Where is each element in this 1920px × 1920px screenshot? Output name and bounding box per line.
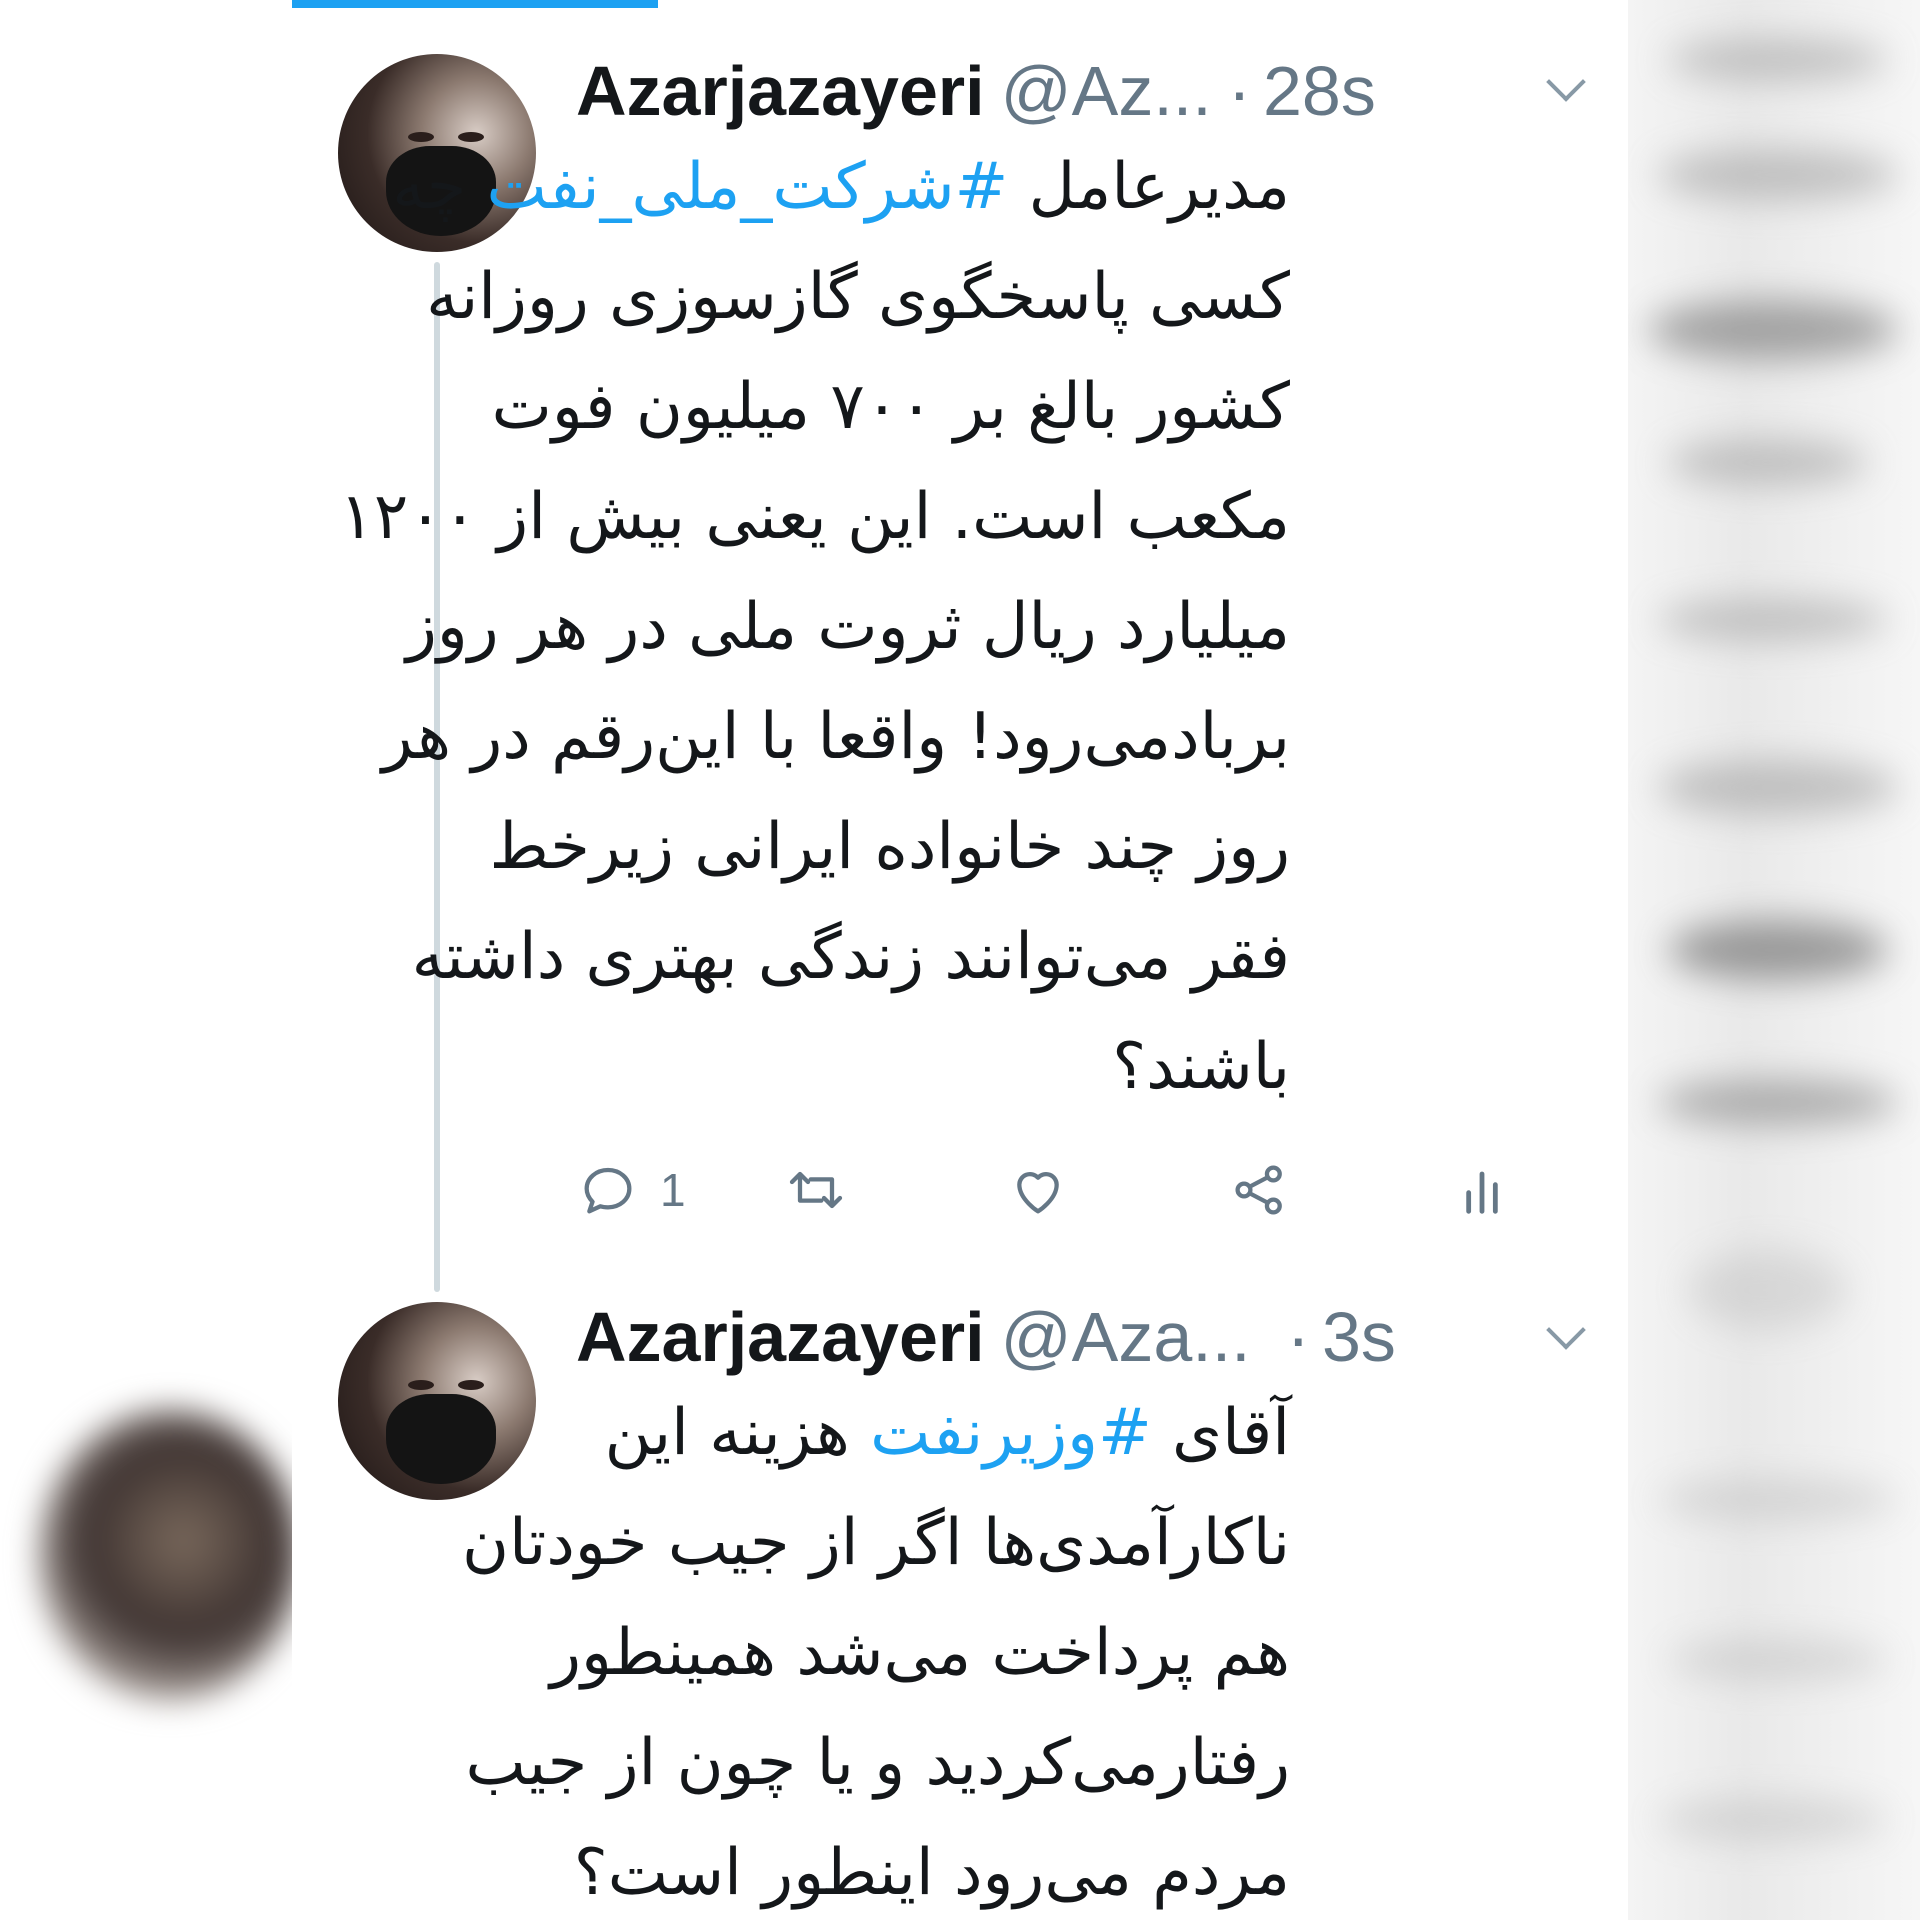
user-handle[interactable]: @Az...	[1001, 51, 1212, 131]
reply-icon	[584, 1167, 632, 1214]
tweet-text-line: کسی پاسخگوی گازسوزی روزانه	[426, 260, 1290, 334]
tweet-text: مدیرعامل #شرکت_ملی_نفت چه کسی پاسخگوی گا…	[292, 132, 1290, 1122]
tweet-text: آقای #وزیرنفت هزینه این ناکارآمدی‌ها اگر…	[292, 1378, 1290, 1920]
tweet-header: Azarjazayeri @Aza... · 3s	[576, 1292, 1576, 1382]
like-button[interactable]	[1006, 1150, 1070, 1230]
tweet-text-line: هم پرداخت می‌شد همینطور	[550, 1616, 1290, 1690]
analytics-icon	[1466, 1171, 1498, 1214]
display-name[interactable]: Azarjazayeri	[576, 1297, 985, 1377]
tweet-actions: 1	[576, 1150, 1576, 1230]
share-button[interactable]	[1228, 1150, 1292, 1230]
tweet-text-line: رفتارمی‌کردید و یا چون از جیب	[465, 1726, 1291, 1800]
timestamp[interactable]: 28s	[1263, 51, 1376, 131]
blurred-left-panel	[0, 0, 292, 1920]
blurred-right-panel	[1628, 0, 1920, 1920]
hashtag-link[interactable]: #وزیرنفت	[870, 1396, 1152, 1470]
hashtag-link[interactable]: #شرکت_ملی_نفت	[487, 150, 1009, 224]
tweet-text-line: کشور بالغ بر ۷۰۰ میلیون فوت	[491, 370, 1290, 444]
tweet-text-line: آقای #وزیرنفت هزینه این	[604, 1396, 1290, 1470]
blurred-avatar-image	[40, 1410, 292, 1700]
reply-count: 1	[660, 1164, 686, 1216]
tweet-text-line: مدیرعامل #شرکت_ملی_نفت چه	[392, 150, 1290, 224]
share-icon	[1235, 1165, 1282, 1215]
retweet-button[interactable]	[784, 1150, 848, 1230]
tweet-text-line: مردم می‌رود اینطور است؟	[573, 1836, 1290, 1910]
display-name[interactable]: Azarjazayeri	[576, 51, 985, 131]
tweet-header: Azarjazayeri @Az... · 28s	[576, 46, 1576, 136]
timeline: Azarjazayeri @Az... · 28s مدیرعامل #شرکت…	[292, 0, 1628, 1920]
timestamp[interactable]: 3s	[1322, 1297, 1396, 1377]
tweet-text-line: مکعب است. این یعنی بیش از ۱۲۰۰	[339, 480, 1290, 554]
tweet-text-line: ناکارآمدی‌ها اگر از جیب خودتان	[462, 1506, 1290, 1580]
reply-button[interactable]: 1	[576, 1150, 686, 1230]
analytics-button[interactable]	[1450, 1150, 1514, 1230]
separator-dot: ·	[1286, 1298, 1310, 1376]
tweet-text-line: بربادمی‌رود! واقعا با این‌رقم در هر	[381, 700, 1290, 774]
tweet-text-line: میلیارد ریال ثروت ملی در هر روز	[405, 590, 1290, 664]
user-handle[interactable]: @Aza...	[1001, 1297, 1251, 1377]
separator-dot: ·	[1227, 52, 1251, 130]
active-tab-indicator	[292, 0, 658, 8]
tweet-text-line: باشند؟	[1112, 1030, 1290, 1104]
tweet-text-line: روز چند خانواده ایرانی زیرخط	[489, 810, 1291, 884]
retweet-icon	[789, 1171, 843, 1209]
tweet-text-line: فقر می‌توانند زندگی بهتری داشته	[411, 920, 1290, 994]
like-icon	[1017, 1172, 1059, 1214]
